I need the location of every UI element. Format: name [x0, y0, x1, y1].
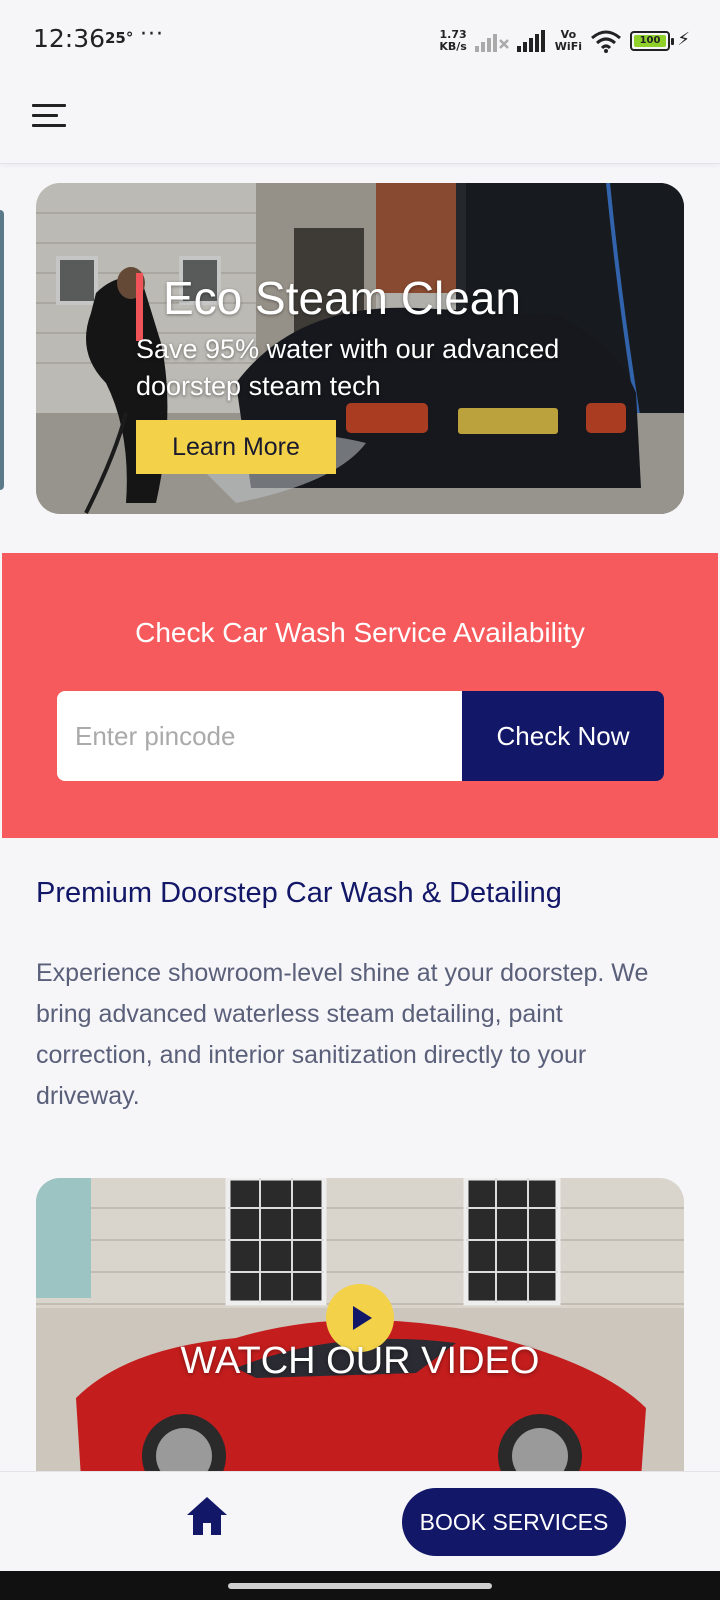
previous-slide-peek[interactable]	[0, 210, 4, 490]
status-time: 12:36	[33, 24, 106, 53]
network-speed: 1.73 KB/s	[439, 29, 466, 53]
availability-title: Check Car Wash Service Availability	[135, 617, 585, 648]
book-services-button[interactable]: BOOK SERVICES	[402, 1488, 626, 1556]
network-speed-unit: KB/s	[439, 40, 467, 53]
check-now-button[interactable]: Check Now	[462, 691, 664, 781]
watch-video-label: WATCH OUR VIDEO	[180, 1340, 540, 1382]
intro-body: Experience showroom-level shine at your …	[36, 959, 649, 1110]
charging-icon: ⚡	[677, 29, 690, 50]
pincode-input[interactable]	[57, 691, 462, 781]
status-more-icon: ···	[140, 22, 164, 47]
battery-icon: 100	[630, 31, 674, 51]
hamburger-menu-icon[interactable]	[32, 97, 68, 133]
home-gesture-bar[interactable]	[228, 1583, 492, 1589]
hero-slide[interactable]: Eco Steam Clean Save 95% water with our …	[36, 183, 684, 514]
vowifi-label-bottom: WiFi	[554, 40, 582, 53]
learn-more-button[interactable]: Learn More	[136, 420, 336, 474]
system-gesture-area	[0, 1571, 720, 1600]
status-indicators: 1.73 KB/s Vo WiFi 100	[439, 26, 674, 56]
vowifi-icon: Vo WiFi	[555, 29, 582, 53]
availability-section: Check Car Wash Service Availability Chec…	[2, 553, 718, 838]
hero-subtitle: Save 95% water with our advanced doorste…	[136, 334, 560, 401]
status-temperature: 25°	[105, 29, 134, 47]
wifi-icon	[591, 30, 621, 53]
signal-icon-sim1	[516, 30, 545, 52]
battery-level: 100	[634, 35, 666, 47]
status-bar: 12:36 25° ··· 1.73 KB/s Vo WiFi 100 ⚡	[0, 0, 720, 80]
bottom-navigation: BOOK SERVICES	[0, 1471, 720, 1571]
intro-title: Premium Doorstep Car Wash & Detailing	[36, 877, 562, 909]
video-section[interactable]: WATCH OUR VIDEO	[36, 1178, 684, 1478]
app-header	[0, 80, 720, 164]
signal-icon-sim2	[474, 34, 509, 52]
hero-title: Eco Steam Clean	[163, 272, 521, 324]
home-icon[interactable]	[185, 1494, 229, 1538]
